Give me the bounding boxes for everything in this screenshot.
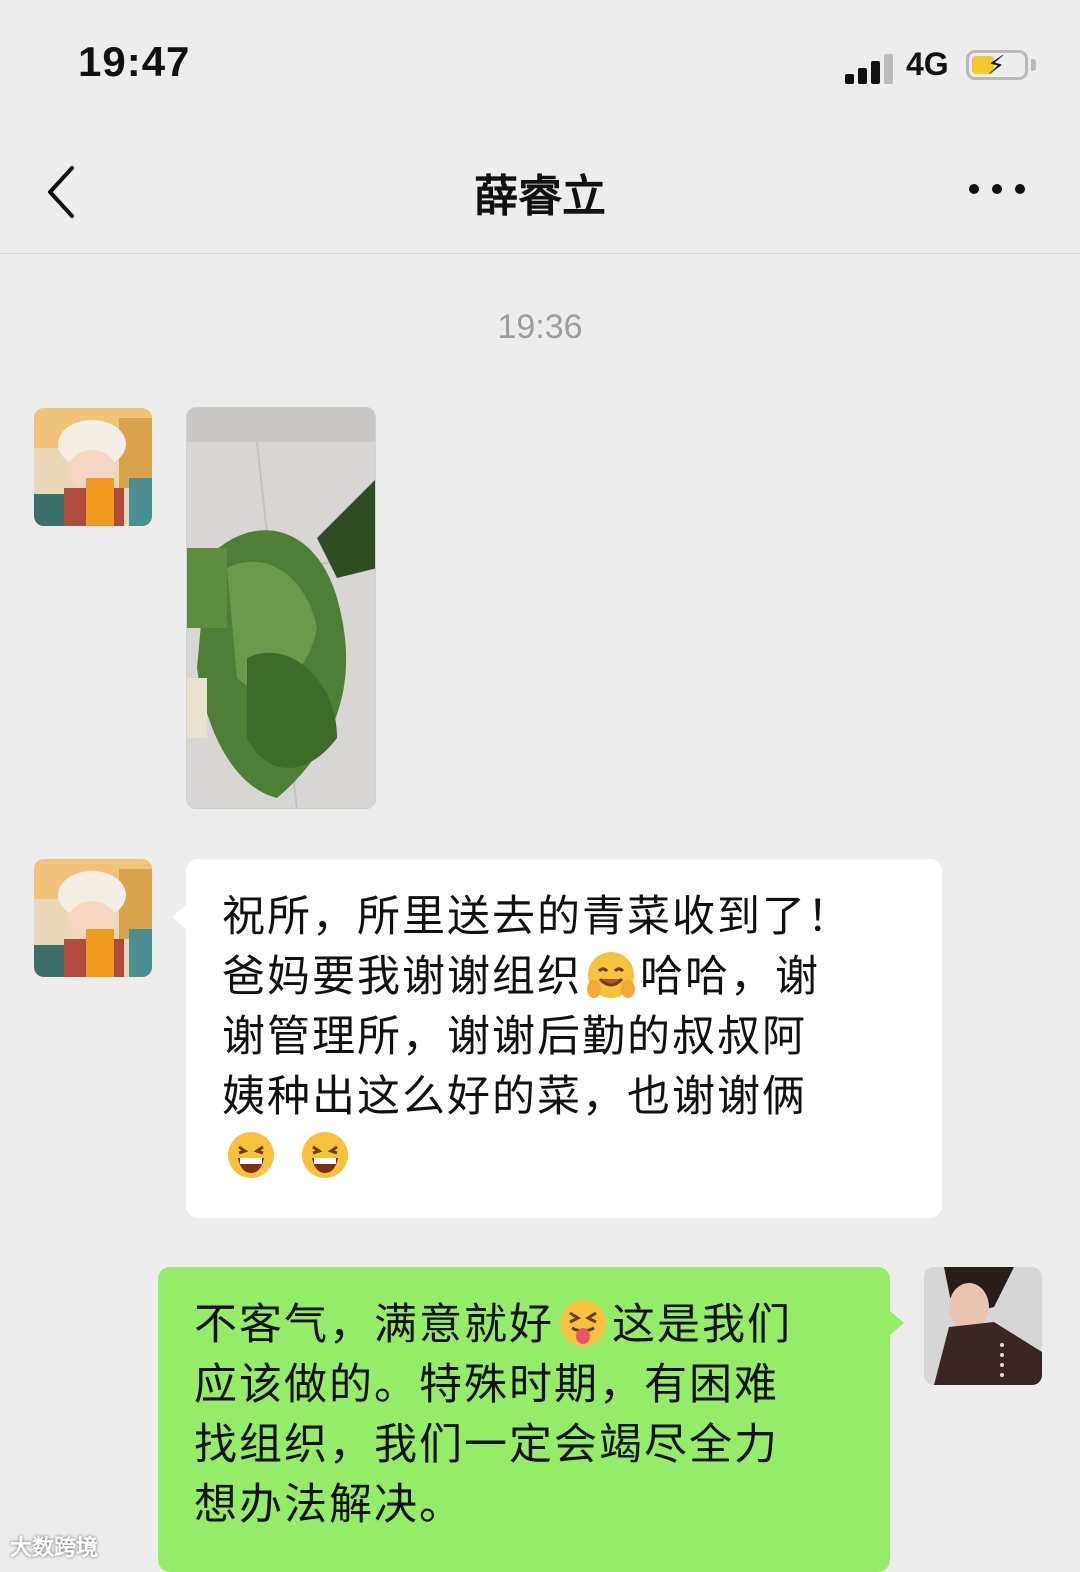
message-line: 姨种出这么好的菜，也谢谢俩 — [222, 1072, 807, 1122]
image-message[interactable] — [186, 407, 376, 809]
message-line: 谢管理所，谢谢后勤的叔叔阿 — [222, 1012, 807, 1062]
battery-icon: ⚡ — [966, 50, 1028, 81]
contact-avatar[interactable] — [34, 408, 152, 526]
outgoing-message-bubble[interactable]: 不客气，满意就好 这是我们 应该做的。特殊时期，有困难 找组织，我们一定会竭尽全力… — [158, 1267, 904, 1572]
message-line: 祝所，所里送去的青菜收到了！ — [222, 892, 852, 942]
tongue-emoji — [560, 1300, 606, 1346]
my-avatar[interactable] — [924, 1267, 1042, 1385]
grin-emoji — [301, 1132, 348, 1178]
signal-icon — [845, 52, 895, 84]
message-timestamp: 19:36 — [497, 308, 583, 346]
network-label: 4G — [906, 46, 949, 82]
smile-hands-emoji — [587, 952, 635, 998]
message-line: 应该做的。特殊时期，有困难 — [194, 1360, 779, 1410]
message-line: 爸妈要我谢谢组织 哈哈，谢 — [222, 947, 906, 1007]
more-options-icon[interactable] — [966, 174, 1028, 204]
grin-emoji — [228, 1132, 274, 1178]
chat-screen: 19:47 4G ⚡ 薛睿立 19:36 祝所，所里送去的青菜收到了！ 爸妈要我… — [0, 0, 1080, 1572]
chat-header: 薛睿立 — [0, 130, 1080, 254]
message-line: 想办法解决。 — [194, 1480, 464, 1530]
message-line: 不客气，满意就好 这是我们 — [194, 1295, 856, 1355]
watermark: 大数跨境 — [10, 1536, 99, 1561]
battery-tip — [1031, 59, 1036, 71]
status-bar: 19:47 4G ⚡ — [0, 0, 1080, 130]
status-time: 19:47 — [78, 38, 191, 85]
message-line: 找组织，我们一定会竭尽全力 — [194, 1420, 779, 1470]
contact-avatar[interactable] — [34, 859, 152, 977]
chat-title: 薛睿立 — [474, 171, 606, 222]
message-line — [222, 1127, 906, 1187]
incoming-message-bubble[interactable]: 祝所，所里送去的青菜收到了！ 爸妈要我谢谢组织 哈哈，谢 谢管理所，谢谢后勤的叔叔… — [172, 859, 942, 1218]
